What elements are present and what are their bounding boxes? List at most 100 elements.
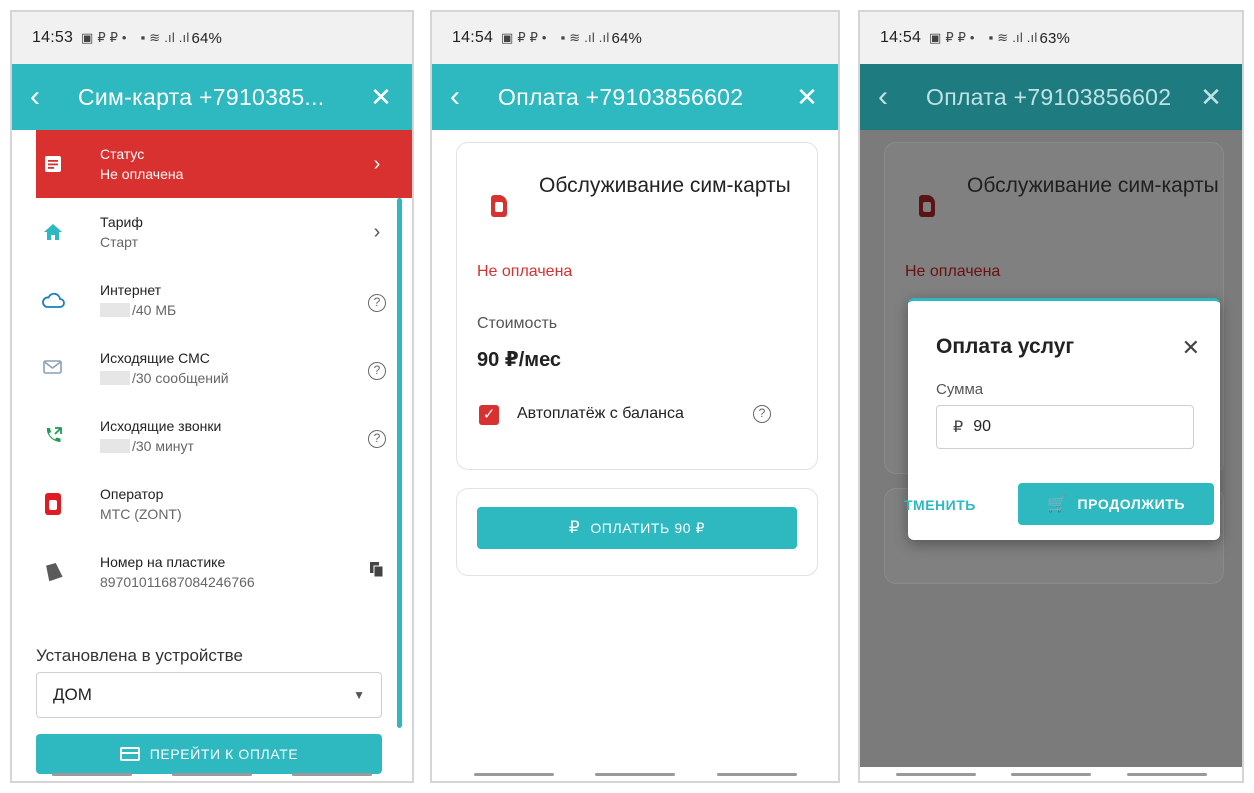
- sim-card-icon: [919, 195, 935, 217]
- nav-bar: [432, 767, 838, 781]
- payment-dialog: Оплата услуг ✕ Сумма ₽ 90 ТМЕНИТЬ 🛒 ПРОД…: [904, 298, 1220, 540]
- notification-icons: ▣ ₽ ₽ •: [929, 30, 975, 45]
- document-icon: [36, 155, 70, 173]
- dropdown-caret-icon: ▼: [353, 688, 365, 702]
- signal-icons: ▪ ≋ .ıl .ıl: [140, 30, 190, 45]
- operator-label: Оператор: [100, 486, 164, 502]
- cloud-icon: [36, 292, 70, 308]
- amount-label: Сумма: [936, 381, 984, 398]
- list-item-internet: Интернет /40 МБ ?: [12, 266, 412, 334]
- redacted-value: [100, 303, 130, 317]
- continue-label: ПРОДОЛЖИТЬ: [1077, 496, 1186, 512]
- autopay-label: Автоплатёж с баланса: [517, 405, 684, 422]
- page-title: Оплата +79103856602: [498, 83, 744, 110]
- internet-label: Интернет: [100, 282, 162, 298]
- nav-bar: [12, 767, 412, 781]
- signal-icons: ▪ ≋ .ıl .ıl: [560, 30, 610, 45]
- phone-payment-dialog: 14:54 ▣ ₽ ₽ • ▪ ≋ .ıl .ıl 63% ‹ Оплата +…: [858, 10, 1244, 783]
- cost-label: Стоимость: [477, 315, 558, 332]
- list-item-operator: Оператор МТС (ZONT): [12, 470, 412, 538]
- list-item-calls: Исходящие звонки /30 минут ?: [12, 402, 412, 470]
- signal-icons: ▪ ≋ .ıl .ıl: [988, 30, 1038, 45]
- back-arrow-icon: ‹: [878, 80, 888, 113]
- list-item-sms: Исходящие СМС /30 сообщений ?: [12, 334, 412, 402]
- back-arrow-icon[interactable]: ‹: [450, 82, 484, 112]
- app-bar: ‹ Сим-карта +7910385... ✕: [12, 64, 412, 130]
- close-icon: ✕: [1200, 81, 1222, 112]
- redacted-value: [100, 439, 130, 453]
- help-icon[interactable]: ?: [368, 429, 386, 448]
- device-label: Установлена в устройстве: [36, 646, 243, 665]
- battery-level: 64%: [191, 29, 223, 47]
- dialog-title: Оплата услуг: [936, 335, 1075, 358]
- chevron-right-icon: ›: [373, 220, 381, 243]
- cancel-button[interactable]: ТМЕНИТЬ: [904, 497, 976, 513]
- phone-payment: 14:54 ▣ ₽ ₽ • ▪ ≋ .ıl .ıl 64% ‹ Оплата +…: [430, 10, 840, 783]
- battery-level: 63%: [1039, 29, 1071, 47]
- notification-icons: ▣ ₽ ₽ •: [501, 30, 547, 45]
- status-bar: 14:53 ▣ ₽ ₽ • ▪ ≋ .ıl .ıl 64%: [12, 12, 412, 64]
- copy-icon[interactable]: [364, 561, 390, 584]
- notification-icons: ▣ ₽ ₽ •: [81, 30, 127, 45]
- help-icon[interactable]: ?: [368, 293, 386, 312]
- service-title: Обслуживание сим-карты: [967, 174, 1219, 197]
- close-icon[interactable]: ✕: [1182, 335, 1200, 361]
- status-time: 14:54: [452, 29, 494, 46]
- sim-card-icon: [36, 562, 70, 582]
- pay-card: ₽ ОПЛАТИТЬ 90 ₽: [456, 488, 818, 576]
- device-select[interactable]: ДОМ ▼: [36, 672, 382, 718]
- app-bar: ‹ Оплата +79103856602 ✕: [432, 64, 838, 130]
- operator-logo-icon: [36, 493, 70, 515]
- close-icon[interactable]: ✕: [794, 82, 820, 113]
- help-icon[interactable]: ?: [368, 361, 386, 380]
- mail-send-icon: [36, 360, 70, 376]
- operator-value: МТС (ZONT): [100, 506, 182, 522]
- sms-value: /30 сообщений: [132, 370, 229, 386]
- service-card: Обслуживание сим-карты Не оплачена Стоим…: [456, 142, 818, 470]
- credit-card-icon: [119, 747, 140, 761]
- calls-label: Исходящие звонки: [100, 418, 222, 434]
- pay-button-label: ОПЛАТИТЬ 90 ₽: [590, 519, 706, 536]
- nav-bar: [860, 767, 1242, 781]
- sms-label: Исходящие СМС: [100, 350, 210, 366]
- ruble-icon: ₽: [568, 518, 581, 537]
- chevron-right-icon: ›: [373, 152, 381, 175]
- tariff-value: Старт: [100, 234, 139, 250]
- page-title: Сим-карта +7910385...: [78, 83, 325, 110]
- status-time: 14:54: [880, 29, 922, 46]
- cart-add-icon: 🛒: [1046, 496, 1068, 513]
- status-time: 14:53: [32, 29, 74, 46]
- redacted-value: [100, 371, 130, 385]
- home-icon: [36, 223, 70, 241]
- calls-value: /30 минут: [132, 438, 194, 454]
- amount-value: 90: [973, 418, 991, 435]
- back-arrow-icon[interactable]: ‹: [30, 82, 64, 112]
- page-title: Оплата +79103856602: [926, 83, 1172, 110]
- help-icon[interactable]: ?: [753, 405, 771, 423]
- list-item-tariff[interactable]: Тариф Старт ›: [12, 198, 412, 266]
- plastic-number-value: 89701011687084246766: [100, 574, 255, 590]
- battery-level: 64%: [611, 29, 643, 47]
- scrollbar[interactable]: [397, 198, 402, 728]
- amount-input[interactable]: ₽ 90: [936, 405, 1194, 449]
- autopay-checkbox[interactable]: ✓: [479, 405, 499, 425]
- status-badge: Не оплачена: [905, 263, 1001, 280]
- status-bar: 14:54 ▣ ₽ ₽ • ▪ ≋ .ıl .ıl 63%: [860, 12, 1242, 64]
- outgoing-call-icon: [36, 426, 70, 446]
- list-item-status[interactable]: Статус Не оплачена ›: [36, 130, 412, 198]
- close-icon[interactable]: ✕: [368, 82, 394, 113]
- device-select-value: ДОМ: [53, 685, 92, 704]
- list-item-plastic-number: Номер на пластике 89701011687084246766: [12, 538, 412, 606]
- go-to-payment-label: ПЕРЕЙТИ К ОПЛАТЕ: [149, 746, 299, 762]
- status-value: Не оплачена: [100, 166, 184, 182]
- status-badge: Не оплачена: [477, 263, 573, 280]
- tariff-label: Тариф: [100, 214, 143, 230]
- pay-button[interactable]: ₽ ОПЛАТИТЬ 90 ₽: [477, 507, 797, 549]
- internet-value: /40 МБ: [132, 302, 177, 318]
- plastic-number-label: Номер на пластике: [100, 554, 226, 570]
- phone-sim-card: 14:53 ▣ ₽ ₽ • ▪ ≋ .ıl .ıl 64% ‹ Сим-карт…: [10, 10, 414, 783]
- continue-button[interactable]: 🛒 ПРОДОЛЖИТЬ: [1018, 483, 1214, 525]
- sim-card-icon: [491, 195, 507, 217]
- sim-info-list: Статус Не оплачена › Тариф Старт › Интер…: [12, 130, 412, 606]
- currency-symbol: ₽: [953, 419, 964, 436]
